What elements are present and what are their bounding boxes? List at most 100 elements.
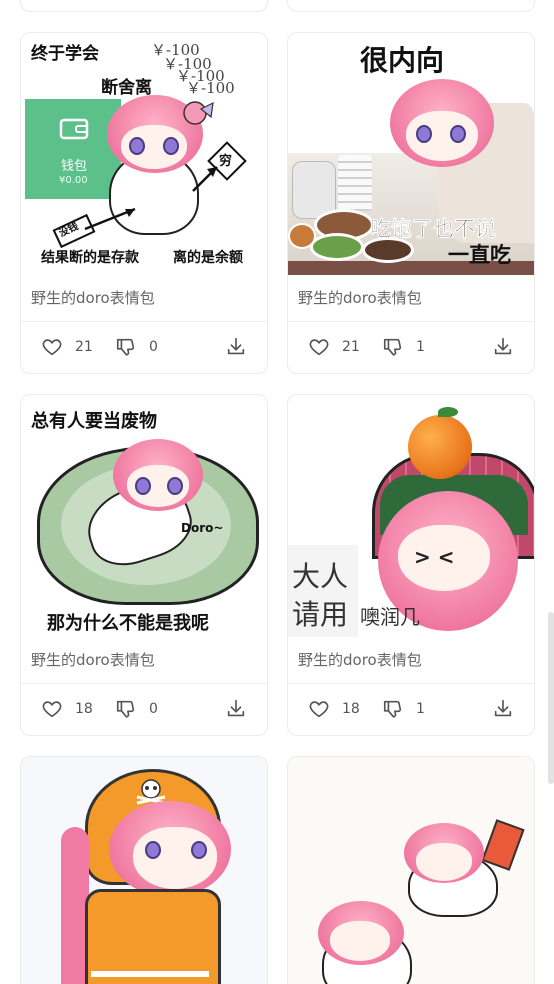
- doro-eye: [163, 137, 179, 155]
- like-button[interactable]: 21: [308, 335, 360, 359]
- download-button[interactable]: [225, 335, 247, 359]
- card-actions: 21 1: [288, 323, 534, 373]
- orange-jacket: [85, 889, 221, 984]
- download-button[interactable]: [492, 697, 514, 721]
- heart-icon: [42, 701, 62, 718]
- dislike-count: 1: [416, 339, 425, 355]
- doro-eye: [416, 125, 432, 143]
- meme-card[interactable]: > < 大人 请用 噢润几 野生的doro表情包 18 1: [287, 394, 535, 736]
- like-button[interactable]: 18: [308, 697, 360, 721]
- download-icon: [494, 699, 512, 717]
- wallet-panel: 钱包 ¥0.00: [25, 99, 121, 199]
- download-button[interactable]: [492, 335, 514, 359]
- money-text: ￥-100: [186, 79, 235, 97]
- card-actions: 18 0: [21, 685, 267, 735]
- meme-caption: 大人: [292, 560, 349, 593]
- plate-stack: [338, 155, 372, 211]
- jacket-stripe: [91, 971, 209, 977]
- card-title[interactable]: 野生的doro表情包: [31, 649, 155, 670]
- card-actions: 18 1: [288, 685, 534, 735]
- like-button[interactable]: 21: [41, 335, 93, 359]
- orange-fruit: [408, 415, 472, 479]
- closed-eyes: > <: [414, 545, 455, 569]
- card-title[interactable]: 野生的doro表情包: [298, 649, 422, 670]
- meme-caption: 结果断的是存款: [41, 250, 139, 266]
- like-button[interactable]: 18: [41, 697, 93, 721]
- card-title[interactable]: 野生的doro表情包: [31, 287, 155, 308]
- download-icon: [227, 337, 245, 355]
- arrow-icon: [192, 166, 218, 192]
- meme-image[interactable]: > < 大人 请用 噢润几: [288, 395, 534, 637]
- meme-card[interactable]: [20, 756, 268, 984]
- heart-icon: [42, 339, 62, 356]
- like-count: 21: [75, 339, 93, 355]
- meme-image[interactable]: [288, 757, 534, 984]
- meme-card[interactable]: 很内向 吃饱了也不说 一直吃 野生的doro表情包 21 1: [287, 32, 535, 374]
- meme-caption: 请用: [292, 598, 349, 631]
- meme-feed: 终于学会 断舍离 ￥-100 ￥-100 ￥-100 ￥-100 钱包 ¥0.0…: [0, 0, 554, 984]
- card-actions: 21 0: [21, 323, 267, 373]
- dislike-button[interactable]: 0: [115, 335, 158, 359]
- red-flag: [481, 819, 525, 871]
- meme-caption: 断舍离: [101, 78, 152, 98]
- meme-caption: 噢润几: [360, 605, 420, 629]
- doro-eye: [191, 841, 207, 859]
- doro-eye: [129, 137, 145, 155]
- doro-face: [133, 827, 217, 889]
- arrow-icon: [84, 207, 136, 231]
- meme-caption: 终于学会: [31, 44, 99, 64]
- bow-icon: [183, 101, 214, 125]
- wallet-icon: [59, 118, 89, 140]
- meme-card[interactable]: [287, 756, 535, 984]
- scrollbar[interactable]: [548, 612, 554, 784]
- download-button[interactable]: [225, 697, 247, 721]
- doro-eye: [145, 841, 161, 859]
- meme-card[interactable]: 总有人要当废物 Doro~ 那为什么不能是我呢 野生的doro表情包 18 0: [20, 394, 268, 736]
- doro-eye: [135, 477, 151, 495]
- meme-caption: 总有人要当废物: [31, 411, 157, 432]
- like-count: 18: [75, 701, 93, 717]
- thumbs-down-icon: [116, 338, 135, 356]
- dish: [310, 233, 364, 261]
- like-count: 21: [342, 339, 360, 355]
- divider: [21, 683, 267, 684]
- download-icon: [227, 699, 245, 717]
- heart-icon: [309, 339, 329, 356]
- card-title[interactable]: 野生的doro表情包: [298, 287, 422, 308]
- meme-caption: 那为什么不能是我呢: [47, 613, 209, 634]
- meme-image[interactable]: [21, 757, 267, 984]
- dislike-button[interactable]: 1: [382, 697, 425, 721]
- previous-card-bottom: [20, 0, 268, 12]
- meme-caption: 很内向: [360, 44, 445, 77]
- thumbs-down-icon: [383, 338, 402, 356]
- meme-card[interactable]: 终于学会 断舍离 ￥-100 ￥-100 ￥-100 ￥-100 钱包 ¥0.0…: [20, 32, 268, 374]
- doro-eye: [167, 477, 183, 495]
- meme-label: Doro~: [181, 521, 224, 535]
- divider: [21, 321, 267, 322]
- divider: [288, 321, 534, 322]
- thumbs-down-icon: [383, 700, 402, 718]
- doro-face: [416, 843, 472, 881]
- heart-icon: [309, 701, 329, 718]
- divider: [288, 683, 534, 684]
- meme-image[interactable]: 终于学会 断舍离 ￥-100 ￥-100 ￥-100 ￥-100 钱包 ¥0.0…: [21, 33, 267, 275]
- like-count: 18: [342, 701, 360, 717]
- doro-eye: [450, 125, 466, 143]
- wallet-label: 钱包: [61, 159, 88, 174]
- orange-leaf: [438, 407, 458, 417]
- thumbs-down-icon: [116, 700, 135, 718]
- download-icon: [494, 337, 512, 355]
- dish: [288, 223, 316, 249]
- dislike-count: 1: [416, 701, 425, 717]
- meme-caption: 一直吃: [448, 243, 511, 267]
- doro-face: [330, 921, 390, 961]
- dislike-button[interactable]: 1: [382, 335, 425, 359]
- dislike-count: 0: [149, 339, 158, 355]
- meme-caption: 离的是余额: [173, 250, 243, 266]
- dislike-count: 0: [149, 701, 158, 717]
- meme-image[interactable]: 总有人要当废物 Doro~ 那为什么不能是我呢: [21, 395, 267, 637]
- previous-card-bottom: [287, 0, 535, 12]
- meme-image[interactable]: 很内向 吃饱了也不说 一直吃: [288, 33, 534, 275]
- dislike-button[interactable]: 0: [115, 697, 158, 721]
- wallet-amount: ¥0.00: [59, 175, 88, 186]
